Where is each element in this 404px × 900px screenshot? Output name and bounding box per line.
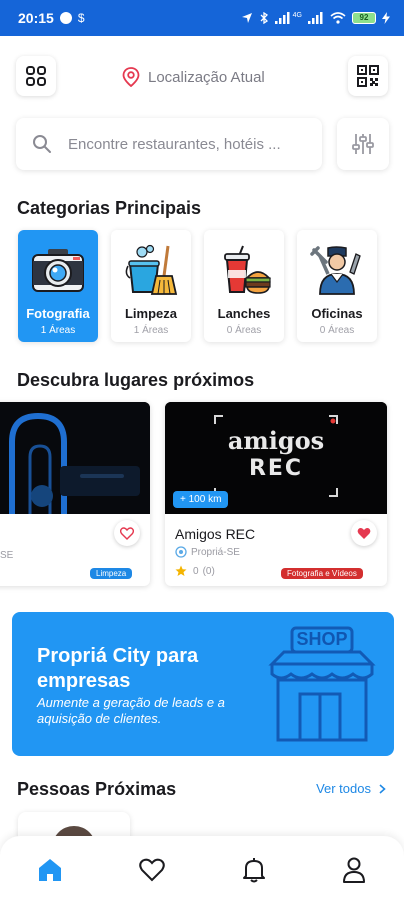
category-name: Limpeza [124, 306, 177, 321]
categories-list: Fotografia 1 Áreas Limpeza 1 Áreas Lanch… [18, 230, 377, 342]
user-icon [343, 857, 365, 883]
favorite-button[interactable] [351, 520, 377, 546]
wifi-icon [330, 12, 346, 24]
category-tag: Limpeza [90, 568, 133, 579]
charging-icon [382, 12, 390, 24]
nav-favorites[interactable] [138, 856, 166, 884]
category-limpeza[interactable]: Limpeza 1 Áreas [111, 230, 191, 342]
location-selector[interactable]: Localização Atual [122, 67, 265, 87]
business-promo-banner[interactable]: Propriá City para empresas Aumente a ger… [12, 612, 394, 756]
home-icon [39, 859, 61, 881]
location-arrow-icon [241, 13, 252, 23]
camera-icon [30, 242, 86, 298]
see-all-link[interactable]: Ver todos [316, 781, 386, 796]
category-count: 0 Áreas [319, 325, 355, 336]
place-rating-row: 0 (0) [175, 565, 215, 577]
heart-filled-icon [357, 527, 371, 539]
location-target-icon [175, 546, 187, 558]
category-lanches[interactable]: Lanches 0 Áreas [204, 230, 284, 342]
categories-title: Categorias Principais [17, 198, 202, 218]
rating-value: 0 [193, 565, 199, 577]
nav-notifications[interactable] [240, 856, 268, 884]
messenger-icon [59, 12, 72, 24]
nav-profile[interactable] [340, 856, 368, 884]
mechanic-icon [309, 242, 365, 298]
distance-badge: + 100 km [173, 491, 229, 508]
category-count: 0 Áreas [226, 325, 262, 336]
place-card[interactable]: SE Limpeza [0, 402, 150, 586]
search-input[interactable] [68, 135, 298, 153]
favorite-button[interactable] [114, 520, 140, 546]
sliders-icon [352, 134, 374, 154]
header: Localização Atual [0, 36, 404, 118]
category-count: 1 Áreas [40, 325, 76, 336]
search-bar[interactable] [16, 118, 322, 170]
location-label: Localização Atual [148, 68, 265, 86]
category-fotografia[interactable]: Fotografia 1 Áreas [18, 230, 98, 342]
place-image: amigos REC + 100 km [165, 402, 387, 514]
place-name: Amigos REC [175, 526, 256, 542]
heart-outline-icon [120, 526, 134, 540]
see-all-label: Ver todos [316, 781, 371, 796]
heart-icon [139, 858, 165, 882]
sim-icon: $ [77, 11, 85, 25]
grid-icon [26, 66, 46, 86]
bluetooth-icon [260, 12, 268, 24]
category-name: Fotografia [26, 306, 90, 321]
search-icon [33, 135, 51, 153]
category-name: Oficinas [311, 306, 363, 321]
cleaning-bucket-icon [123, 242, 179, 298]
people-title: Pessoas Próximas [17, 779, 177, 799]
place-image [0, 402, 150, 514]
map-pin-icon [122, 67, 140, 87]
shop-sign: SHOP [296, 629, 348, 649]
place-location: SE [0, 550, 14, 561]
place-location: Propriá-SE [191, 546, 240, 558]
star-icon [175, 565, 187, 576]
places-title: Descubra lugares próximos [17, 370, 255, 390]
network-type: 4G [292, 11, 302, 19]
filter-button[interactable] [337, 118, 389, 170]
logo-line-2: REC [248, 456, 304, 481]
qr-code-icon [357, 65, 379, 87]
signal-icon [274, 12, 290, 24]
category-count: 1 Áreas [133, 325, 169, 336]
chevron-right-icon [379, 783, 386, 794]
qr-code-button[interactable] [348, 56, 388, 96]
signal-icon-2 [308, 12, 323, 24]
review-count: (0) [202, 565, 215, 577]
nav-home[interactable] [36, 856, 64, 884]
logo-line-1: amigos [227, 426, 325, 455]
battery-icon: 92 [352, 12, 376, 24]
fast-food-icon [216, 242, 272, 298]
category-name: Lanches [217, 306, 271, 321]
status-bar: 20:15 $ 4G 92 [0, 0, 404, 36]
place-location-row: Propriá-SE [175, 546, 240, 558]
category-tag: Fotografia e Vídeos [281, 568, 363, 579]
promo-subtitle: Aumente a geração de leads e a aquisição… [37, 695, 225, 726]
bell-icon [243, 858, 265, 883]
category-oficinas[interactable]: Oficinas 0 Áreas [297, 230, 377, 342]
promo-title: Propriá City para empresas [37, 645, 199, 692]
status-time: 20:15 [18, 10, 54, 26]
bottom-nav [0, 836, 404, 900]
categories-menu-button[interactable] [16, 56, 56, 96]
place-card-amigos-rec[interactable]: amigos REC + 100 km Amigos REC Propriá-S… [165, 402, 387, 586]
